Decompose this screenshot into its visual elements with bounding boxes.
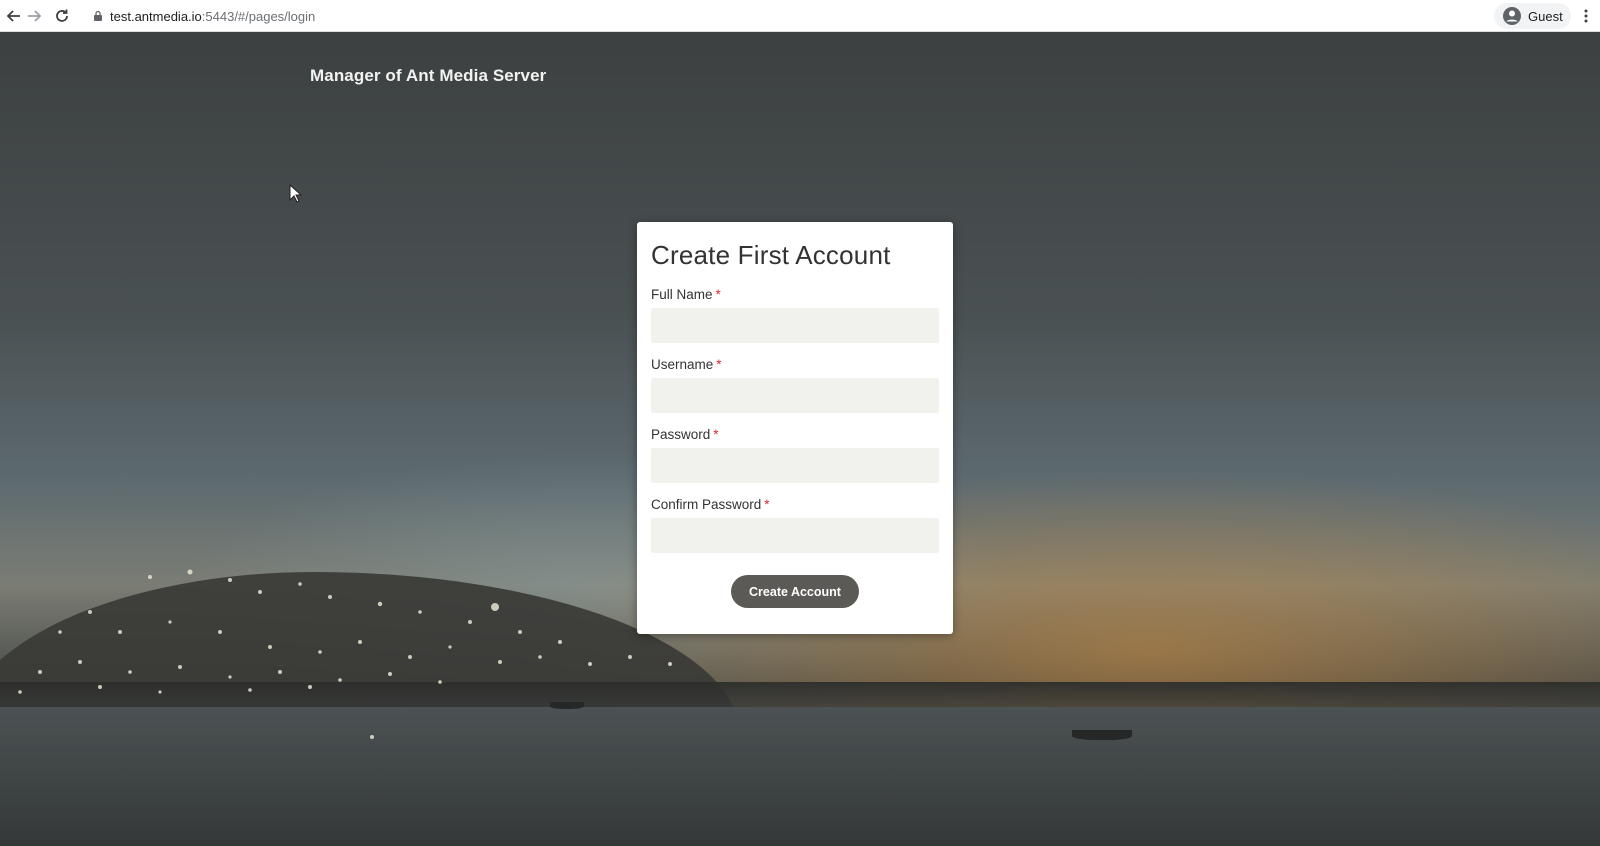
more-vert-icon	[1584, 9, 1588, 23]
form-title: Create First Account	[651, 240, 891, 270]
lock-icon	[94, 10, 102, 21]
background-boat	[550, 702, 584, 709]
username-label: Username *	[651, 357, 722, 372]
full-name-field-group: Full Name *	[651, 287, 939, 343]
full-name-label: Full Name *	[651, 287, 721, 302]
profile-button[interactable]: Guest	[1494, 3, 1571, 29]
background-water	[0, 707, 1600, 846]
confirm-password-label: Confirm Password *	[651, 497, 770, 512]
password-label: Password *	[651, 427, 719, 442]
forward-button[interactable]	[20, 2, 48, 30]
full-name-input[interactable]	[651, 308, 939, 343]
confirm-password-field-group: Confirm Password *	[651, 497, 939, 553]
required-marker: *	[715, 287, 721, 302]
username-input[interactable]	[651, 378, 939, 413]
login-page: Manager of Ant Media Server Create First…	[0, 32, 1600, 846]
required-marker: *	[716, 357, 722, 372]
url-host: test.antmedia.io	[110, 8, 202, 24]
address-bar[interactable]: test.antmedia.io:5443/#/pages/login	[80, 3, 1488, 29]
required-marker: *	[764, 497, 770, 512]
username-field-group: Username *	[651, 357, 939, 413]
create-account-card: Create First Account Full Name * Username…	[637, 222, 953, 634]
app-brand-title[interactable]: Manager of Ant Media Server	[310, 66, 546, 86]
password-input[interactable]	[651, 448, 939, 483]
required-marker: *	[713, 427, 719, 442]
reload-icon	[56, 9, 68, 22]
background-boat	[1072, 730, 1132, 740]
arrow-right-icon	[28, 10, 42, 22]
confirm-password-input[interactable]	[651, 518, 939, 553]
create-account-button[interactable]: Create Account	[731, 575, 859, 608]
reload-button[interactable]	[48, 2, 76, 30]
account-circle-icon	[1503, 7, 1521, 25]
password-field-group: Password *	[651, 427, 939, 483]
profile-label: Guest	[1528, 8, 1563, 24]
url-path: :5443/#/pages/login	[201, 8, 316, 24]
browser-menu-button[interactable]	[1576, 4, 1596, 28]
browser-toolbar: test.antmedia.io:5443/#/pages/login Gues…	[0, 0, 1600, 32]
mouse-cursor-icon	[289, 184, 303, 203]
submit-row: Create Account	[651, 575, 939, 608]
